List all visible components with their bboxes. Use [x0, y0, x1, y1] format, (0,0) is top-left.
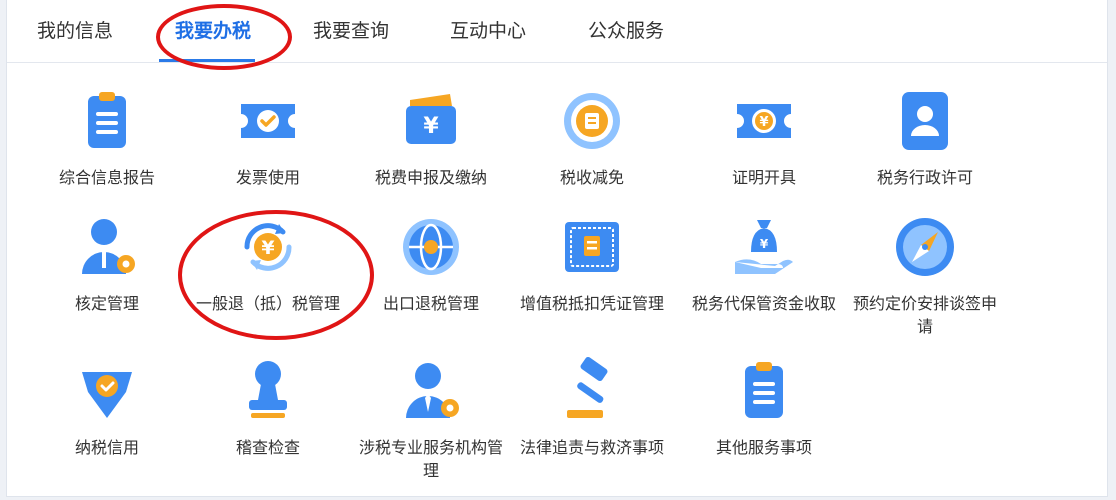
service-item-label: 稽查检查 — [235, 438, 300, 457]
service-item-label: 纳税信用 — [74, 438, 139, 457]
refund-cycle-icon: ¥ — [233, 212, 303, 282]
service-item-label: 预约定价安排谈签申请 — [852, 294, 997, 336]
service-item-label: 税务代保管资金收取 — [691, 294, 836, 313]
service-item-invoice-use[interactable]: 发票使用 — [188, 86, 348, 189]
service-item-general-refund[interactable]: ¥ 一般退（抵）税管理 — [188, 212, 348, 315]
service-item-label: 税务行政许可 — [876, 168, 973, 187]
service-item-other-services[interactable]: 其他服务事项 — [684, 356, 844, 459]
main-panel: 我的信息 我要办税 我要查询 互动中心 公众服务 综合信息报告 发票使用 ¥ 税… — [6, 0, 1108, 497]
service-item-tax-relief[interactable]: 税收减免 — [512, 86, 672, 189]
clipboard-icon — [72, 86, 142, 156]
ticket-check-icon — [233, 86, 303, 156]
tax-relief-icon — [557, 86, 627, 156]
service-item-label: 核定管理 — [74, 294, 139, 313]
user-gear-icon — [72, 212, 142, 282]
gavel-icon — [557, 356, 627, 426]
service-item-custody-funds[interactable]: ¥ 税务代保管资金收取 — [684, 212, 844, 315]
service-item-label: 出口退税管理 — [382, 294, 479, 313]
tab-query[interactable]: 我要查询 — [313, 16, 389, 46]
service-item-certificate[interactable]: ¥ 证明开具 — [684, 86, 844, 189]
svg-text:¥: ¥ — [759, 115, 768, 130]
service-item-label: 增值税抵扣凭证管理 — [519, 294, 664, 313]
diamond-check-icon — [72, 356, 142, 426]
svg-text:¥: ¥ — [423, 114, 439, 139]
service-item-comprehensive-report[interactable]: 综合信息报告 — [27, 86, 187, 189]
service-item-label: 涉税专业服务机构管理 — [358, 438, 503, 480]
service-item-label: 证明开具 — [731, 168, 796, 187]
service-item-label: 税费申报及缴纳 — [374, 168, 487, 187]
agent-gear-icon — [396, 356, 466, 426]
active-tab-indicator — [159, 59, 255, 62]
service-item-label: 税收减免 — [559, 168, 624, 187]
service-item-admin-license[interactable]: 税务行政许可 — [845, 86, 1005, 189]
service-item-label: 综合信息报告 — [58, 168, 155, 187]
service-item-apa-application[interactable]: 预约定价安排谈签申请 — [845, 212, 1005, 338]
stamp-icon — [233, 356, 303, 426]
compass-icon — [890, 212, 960, 282]
service-item-inspection[interactable]: 稽查检查 — [188, 356, 348, 459]
notepad-icon — [729, 356, 799, 426]
service-item-agency-management[interactable]: 涉税专业服务机构管理 — [351, 356, 511, 482]
svg-text:¥: ¥ — [261, 237, 274, 259]
invoice-voucher-icon — [557, 212, 627, 282]
tab-public-service[interactable]: 公众服务 — [588, 16, 664, 46]
service-item-export-refund[interactable]: 出口退税管理 — [351, 212, 511, 315]
service-item-assessment[interactable]: 核定管理 — [27, 212, 187, 315]
svg-text:¥: ¥ — [760, 237, 769, 251]
money-bag-hand-icon: ¥ — [729, 212, 799, 282]
top-tab-bar: 我的信息 我要办税 我要查询 互动中心 公众服务 — [7, 0, 1107, 63]
service-item-vat-voucher[interactable]: 增值税抵扣凭证管理 — [512, 212, 672, 315]
id-badge-icon — [890, 86, 960, 156]
wallet-yuan-icon: ¥ — [396, 86, 466, 156]
tab-my-info[interactable]: 我的信息 — [37, 16, 113, 46]
service-item-label: 其他服务事项 — [715, 438, 812, 457]
service-item-label: 发票使用 — [235, 168, 300, 187]
globe-icon — [396, 212, 466, 282]
service-item-label: 一般退（抵）税管理 — [195, 294, 340, 313]
tab-interaction-center[interactable]: 互动中心 — [450, 16, 526, 46]
service-item-label: 法律追责与救济事项 — [519, 438, 664, 457]
tab-tax-handling[interactable]: 我要办税 — [175, 16, 251, 46]
service-item-tax-credit[interactable]: 纳税信用 — [27, 356, 187, 459]
service-item-tax-declaration[interactable]: ¥ 税费申报及缴纳 — [351, 86, 511, 189]
service-item-legal-remedy[interactable]: 法律追责与救济事项 — [512, 356, 672, 459]
certificate-yuan-icon: ¥ — [729, 86, 799, 156]
